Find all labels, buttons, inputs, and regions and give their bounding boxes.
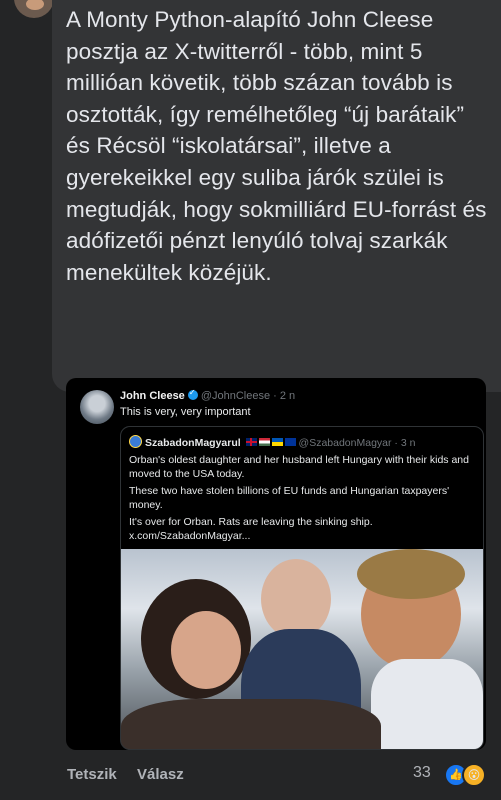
eu-flag-icon xyxy=(284,438,296,446)
reply-button[interactable]: Válasz xyxy=(137,766,184,783)
comment-text: A Monty Python-alapító John Cleese poszt… xyxy=(66,7,487,285)
photo-person xyxy=(261,559,331,639)
tweet-author-name: John Cleese xyxy=(120,390,185,402)
like-button[interactable]: Tetszik xyxy=(67,766,117,783)
wow-reaction-icon[interactable]: 😮 xyxy=(462,763,486,787)
verified-badge-icon xyxy=(187,388,198,400)
quoted-paragraph: These two have stolen billions of EU fun… xyxy=(129,484,450,512)
hungary-flag-icon xyxy=(258,438,270,446)
tweet-handle: @JohnCleese · 2 n xyxy=(200,390,296,402)
quoted-tweet-header: SzabadonMagyarul @SzabadonMagyar · 3 n xyxy=(129,435,415,449)
reaction-count[interactable]: 33 xyxy=(413,764,431,782)
tweet-author-avatar xyxy=(80,390,114,424)
quoted-paragraph: It's over for Orban. Rats are leaving th… xyxy=(129,515,373,543)
tweet-header: John Cleese @JohnCleese · 2 n xyxy=(120,388,296,402)
ukraine-flag-icon xyxy=(271,438,283,446)
photo-face xyxy=(171,611,241,689)
photo-hair xyxy=(357,549,465,599)
commenter-avatar[interactable] xyxy=(14,0,54,18)
quoted-tweet: SzabadonMagyarul @SzabadonMagyar · 3 n O… xyxy=(120,426,484,750)
quoted-author-name: SzabadonMagyarul xyxy=(145,437,241,449)
embedded-tweet-image[interactable]: John Cleese @JohnCleese · 2 n This is ver… xyxy=(66,378,486,750)
quoted-author-handle: @SzabadonMagyar · 3 n xyxy=(298,437,416,449)
quoted-tweet-body: Orban's oldest daughter and her husband … xyxy=(129,453,475,545)
photo-crowd xyxy=(121,699,381,749)
photo-person xyxy=(371,659,483,749)
quoted-tweet-photo xyxy=(121,549,483,749)
quoted-author-avatar xyxy=(129,435,142,448)
tweet-text: This is very, very important xyxy=(120,406,251,418)
uk-flag-icon xyxy=(245,438,257,446)
quoted-paragraph: Orban's oldest daughter and her husband … xyxy=(129,454,469,481)
